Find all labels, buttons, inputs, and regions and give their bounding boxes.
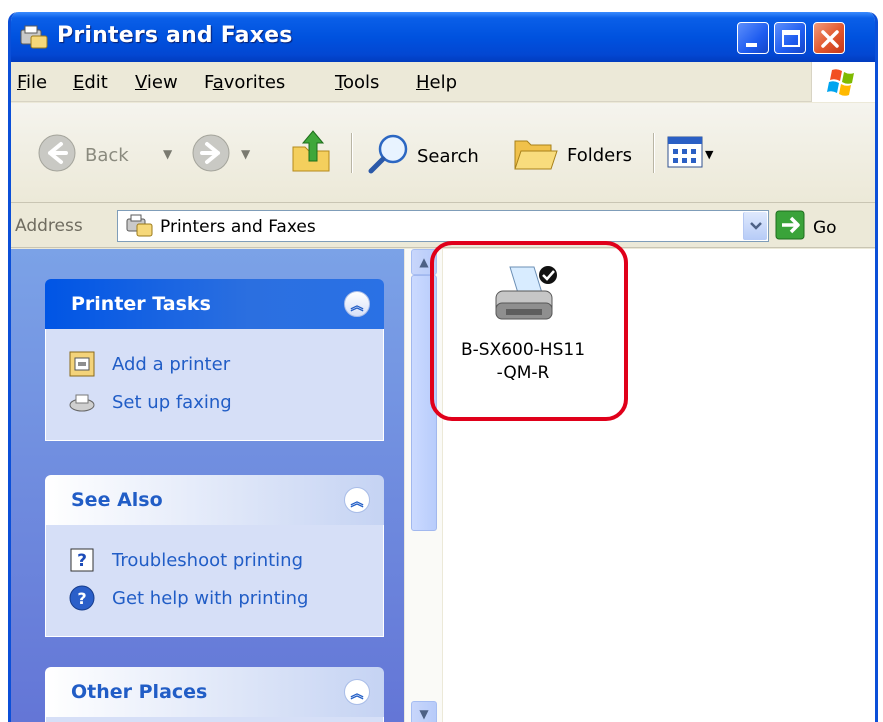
search-icon (367, 133, 411, 180)
window-title: Printers and Faxes (57, 23, 293, 48)
search-label: Search (417, 146, 479, 167)
views-icon (667, 135, 703, 174)
see-also-header[interactable]: See Also ︽ (45, 475, 384, 525)
folders-icon (511, 133, 559, 178)
menu-favorites[interactable]: Favorites (204, 72, 285, 93)
printer-tasks-panel: Printer Tasks ︽ Add a printer Set up fax… (45, 279, 384, 441)
minimize-button[interactable] (737, 22, 769, 54)
other-places-title: Other Places (71, 681, 208, 703)
address-dropdown-button[interactable] (743, 212, 767, 240)
set-up-faxing-link[interactable]: Set up faxing (68, 383, 383, 421)
svg-text:?: ? (77, 551, 87, 571)
task-pane: Printer Tasks ︽ Add a printer Set up fax… (11, 249, 404, 722)
add-printer-link[interactable]: Add a printer (68, 345, 383, 383)
get-help-printing-link[interactable]: ? Get help with printing (68, 579, 383, 617)
explorer-window: Printers and Faxes File Edit View Favori… (8, 12, 878, 722)
go-label: Go (813, 217, 837, 238)
close-button[interactable] (813, 22, 845, 54)
toolbar-separator (351, 133, 353, 173)
highlight-annotation (430, 241, 628, 421)
back-history-dropdown[interactable]: ▼ (163, 147, 172, 161)
get-help-printing-label: Get help with printing (112, 587, 309, 609)
scroll-down-button[interactable]: ▼ (411, 701, 437, 722)
address-value: Printers and Faxes (160, 217, 316, 237)
windows-logo-icon (811, 62, 875, 102)
folders-label: Folders (567, 145, 633, 166)
collapse-chevron-icon[interactable]: ︽ (344, 487, 370, 513)
address-input[interactable]: Printers and Faxes (117, 210, 769, 242)
back-button[interactable]: Back (37, 133, 129, 178)
printers-folder-icon (126, 214, 154, 243)
printer-tasks-title: Printer Tasks (71, 293, 211, 315)
maximize-button[interactable] (774, 22, 806, 54)
help-circle-icon: ? (68, 584, 96, 612)
add-printer-label: Add a printer (112, 353, 231, 375)
standard-toolbar: Back ▼ ▼ Search Folders ▼ (11, 103, 875, 203)
other-places-panel: Other Places ︽ (45, 667, 384, 722)
search-button[interactable]: Search (367, 133, 479, 180)
fax-icon (68, 388, 96, 416)
up-folder-icon (289, 129, 333, 180)
forward-arrow-icon (191, 133, 231, 178)
troubleshoot-printing-label: Troubleshoot printing (112, 549, 303, 571)
folders-button[interactable]: Folders (511, 133, 632, 178)
menu-help[interactable]: Help (416, 72, 457, 93)
menu-file[interactable]: File (17, 72, 47, 93)
svg-text:?: ? (77, 589, 86, 608)
set-up-faxing-label: Set up faxing (112, 391, 232, 413)
title-bar[interactable]: Printers and Faxes (11, 12, 875, 62)
help-topic-icon: ? (68, 546, 96, 574)
collapse-chevron-icon[interactable]: ︽ (344, 291, 370, 317)
menu-view[interactable]: View (135, 72, 178, 93)
views-dropdown-icon: ▼ (705, 148, 714, 161)
address-bar: Address Printers and Faxes Go (11, 204, 875, 248)
back-label: Back (85, 145, 129, 166)
go-button[interactable]: Go (775, 210, 837, 245)
other-places-header[interactable]: Other Places ︽ (45, 667, 384, 717)
views-button[interactable]: ▼ (667, 135, 713, 174)
toolbar-separator (653, 133, 655, 173)
menu-tools[interactable]: Tools (335, 72, 379, 93)
forward-button[interactable] (191, 133, 231, 178)
printer-tasks-header[interactable]: Printer Tasks ︽ (45, 279, 384, 329)
menu-edit[interactable]: Edit (73, 72, 108, 93)
see-also-panel: See Also ︽ ? Troubleshoot printing ? Get… (45, 475, 384, 637)
collapse-chevron-icon[interactable]: ︽ (344, 679, 370, 705)
address-label: Address (15, 216, 83, 236)
printers-folder-icon (19, 24, 49, 50)
up-folder-button[interactable] (289, 129, 333, 180)
see-also-title: See Also (71, 489, 163, 511)
menu-bar: File Edit View Favorites Tools Help (11, 62, 875, 102)
file-list-view: B-SX600-HS11 -QM-R (430, 241, 875, 722)
add-printer-icon (68, 350, 96, 378)
forward-history-dropdown[interactable]: ▼ (241, 147, 250, 161)
troubleshoot-printing-link[interactable]: ? Troubleshoot printing (68, 541, 383, 579)
back-arrow-icon (37, 133, 77, 178)
go-arrow-icon (775, 210, 805, 245)
